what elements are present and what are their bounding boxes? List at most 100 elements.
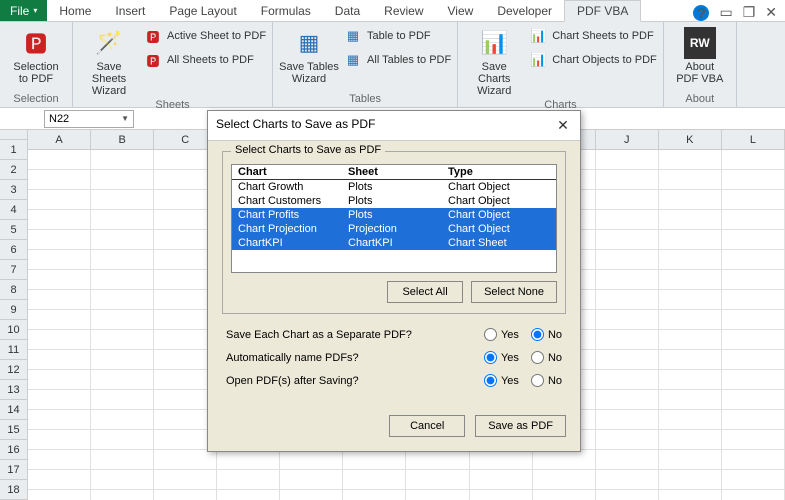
row-header[interactable]: 9: [0, 300, 28, 320]
save-charts-wizard-button[interactable]: 📊 Save ChartsWizard: [464, 25, 524, 97]
col-header[interactable]: L: [722, 130, 785, 150]
table-wizard-icon: ▦: [293, 27, 325, 59]
tab-home[interactable]: Home: [47, 0, 103, 21]
col-header[interactable]: B: [91, 130, 154, 150]
wizard-icon: 🪄: [93, 27, 125, 59]
tab-page-layout[interactable]: Page Layout: [157, 0, 248, 21]
pdf-icon: 🅿: [145, 52, 161, 68]
table-icon: ▦: [345, 52, 361, 68]
charts-fieldset: Select Charts to Save as PDF Chart Sheet…: [222, 151, 566, 314]
group-selection-label: Selection: [6, 91, 66, 107]
chart-wizard-icon: 📊: [478, 27, 510, 59]
select-charts-dialog: Select Charts to Save as PDF ✕ Select Ch…: [207, 110, 581, 452]
row-header[interactable]: 6: [0, 240, 28, 260]
table-row[interactable]: Chart ProfitsPlotsChart Object: [232, 208, 556, 222]
row-headers[interactable]: 123456789101112131415161718: [0, 140, 28, 500]
save-sheets-wizard-label: Save SheetsWizard: [79, 61, 139, 97]
group-sheets: 🪄 Save SheetsWizard 🅿 Active Sheet to PD…: [73, 22, 273, 107]
rw-logo-icon: RW: [684, 27, 716, 59]
all-sheets-label: All Sheets to PDF: [167, 54, 254, 66]
chart-sheets-label: Chart Sheets to PDF: [552, 30, 654, 42]
active-sheet-label: Active Sheet to PDF: [167, 30, 266, 42]
restore-icon[interactable]: ❐: [743, 4, 756, 21]
save-tables-wizard-button[interactable]: ▦ Save TablesWizard: [279, 25, 339, 91]
selection-to-pdf-label: Selectionto PDF: [13, 61, 58, 85]
cancel-button[interactable]: Cancel: [389, 415, 465, 437]
all-tables-to-pdf-button[interactable]: ▦ All Tables to PDF: [345, 49, 451, 71]
option-autoname: Automatically name PDFs? Yes No: [226, 351, 562, 364]
tab-review[interactable]: Review: [372, 0, 435, 21]
chevron-down-icon: ▾: [33, 6, 37, 15]
help-icon[interactable]: ?: [693, 5, 709, 21]
row-header[interactable]: 15: [0, 420, 28, 440]
row-header[interactable]: 2: [0, 160, 28, 180]
about-label: AboutPDF VBA: [676, 61, 723, 85]
tab-pdf-vba[interactable]: PDF VBA: [564, 0, 641, 22]
col-header[interactable]: J: [596, 130, 659, 150]
option-autoname-label: Automatically name PDFs?: [226, 352, 472, 364]
option-separate: Save Each Chart as a Separate PDF? Yes N…: [226, 328, 562, 341]
row-header[interactable]: 14: [0, 400, 28, 420]
row-header[interactable]: 4: [0, 200, 28, 220]
select-all-corner[interactable]: [0, 130, 28, 140]
select-none-button[interactable]: Select None: [471, 281, 557, 303]
chart-icon: 📊: [530, 28, 546, 44]
window-controls: ? ▭ ❐ ✕: [693, 4, 777, 21]
row-header[interactable]: 17: [0, 460, 28, 480]
radio-autoname-no[interactable]: No: [531, 351, 562, 364]
row-header[interactable]: 3: [0, 180, 28, 200]
table-row[interactable]: ChartKPIChartKPIChart Sheet: [232, 236, 556, 250]
row-header[interactable]: 16: [0, 440, 28, 460]
name-box-value: N22: [49, 113, 69, 125]
tab-data[interactable]: Data: [323, 0, 372, 21]
col-header[interactable]: A: [28, 130, 91, 150]
save-sheets-wizard-button[interactable]: 🪄 Save SheetsWizard: [79, 25, 139, 97]
option-open-label: Open PDF(s) after Saving?: [226, 375, 472, 387]
active-sheet-to-pdf-button[interactable]: 🅿 Active Sheet to PDF: [145, 25, 266, 47]
close-window-icon[interactable]: ✕: [765, 4, 777, 21]
all-sheets-to-pdf-button[interactable]: 🅿 All Sheets to PDF: [145, 49, 266, 71]
row-header[interactable]: 1: [0, 140, 28, 160]
pdf-icon: 🅿: [20, 27, 52, 59]
group-about-label: About: [670, 91, 730, 107]
close-icon[interactable]: ✕: [554, 117, 572, 134]
minimize-ribbon-icon[interactable]: ▭: [719, 4, 732, 21]
selection-to-pdf-button[interactable]: 🅿 Selectionto PDF: [6, 25, 66, 91]
chart-objects-to-pdf-button[interactable]: 📊 Chart Objects to PDF: [530, 49, 657, 71]
row-header[interactable]: 11: [0, 340, 28, 360]
row-header[interactable]: 5: [0, 220, 28, 240]
row-header[interactable]: 12: [0, 360, 28, 380]
group-about: RW AboutPDF VBA About: [664, 22, 737, 107]
dialog-title: Select Charts to Save as PDF: [216, 117, 375, 134]
row-header[interactable]: 7: [0, 260, 28, 280]
table-to-pdf-label: Table to PDF: [367, 30, 431, 42]
table-row[interactable]: Chart GrowthPlotsChart Object: [232, 180, 556, 194]
table-row[interactable]: Chart ProjectionProjectionChart Object: [232, 222, 556, 236]
radio-separate-no[interactable]: No: [531, 328, 562, 341]
file-tab[interactable]: File ▾: [0, 0, 47, 21]
tab-formulas[interactable]: Formulas: [249, 0, 323, 21]
row-header[interactable]: 10: [0, 320, 28, 340]
chevron-down-icon: ▼: [121, 114, 129, 123]
charts-table[interactable]: Chart Sheet Type Chart GrowthPlotsChart …: [231, 164, 557, 273]
row-header[interactable]: 8: [0, 280, 28, 300]
radio-autoname-yes[interactable]: Yes: [484, 351, 519, 364]
about-button[interactable]: RW AboutPDF VBA: [670, 25, 730, 91]
col-header[interactable]: K: [659, 130, 722, 150]
tab-view[interactable]: View: [436, 0, 486, 21]
row-header[interactable]: 13: [0, 380, 28, 400]
ribbon: 🅿 Selectionto PDF Selection 🪄 Save Sheet…: [0, 22, 785, 108]
row-header[interactable]: 18: [0, 480, 28, 500]
tab-insert[interactable]: Insert: [103, 0, 157, 21]
tab-developer[interactable]: Developer: [485, 0, 564, 21]
radio-open-no[interactable]: No: [531, 374, 562, 387]
save-as-pdf-button[interactable]: Save as PDF: [475, 415, 566, 437]
table-to-pdf-button[interactable]: ▦ Table to PDF: [345, 25, 451, 47]
radio-open-yes[interactable]: Yes: [484, 374, 519, 387]
option-open: Open PDF(s) after Saving? Yes No: [226, 374, 562, 387]
select-all-button[interactable]: Select All: [387, 281, 463, 303]
chart-sheets-to-pdf-button[interactable]: 📊 Chart Sheets to PDF: [530, 25, 657, 47]
radio-separate-yes[interactable]: Yes: [484, 328, 519, 341]
table-row[interactable]: Chart CustomersPlotsChart Object: [232, 194, 556, 208]
name-box[interactable]: N22 ▼: [44, 110, 134, 128]
